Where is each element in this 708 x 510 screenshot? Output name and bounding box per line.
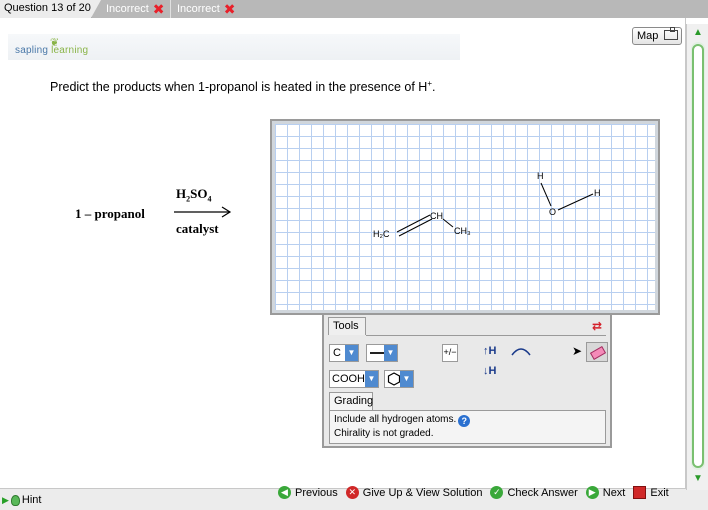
question-body: Predict the products when 1-propanol is … xyxy=(50,80,428,95)
eraser-icon[interactable] xyxy=(586,342,608,362)
remove-hydrogen-button[interactable]: ↓H xyxy=(483,365,496,377)
sitemap-icon xyxy=(664,27,679,40)
incorrect-x-icon: ✖ xyxy=(152,1,165,17)
grading-line-1: Include all hydrogen atoms.? xyxy=(334,413,601,427)
attempt-status-1: Incorrect xyxy=(106,3,149,15)
add-hydrogen-button[interactable]: ↑H xyxy=(483,345,496,357)
select-pointer-icon[interactable]: ➤ xyxy=(572,344,582,358)
give-up-x-icon: ✕ xyxy=(345,486,359,499)
atom-ch[interactable]: CH xyxy=(430,211,443,221)
drawing-canvas[interactable]: H₂C CH CH₃ H O H xyxy=(275,124,655,310)
logo-part1: sapling xyxy=(15,45,49,56)
logo-text: sapling learning xyxy=(15,45,88,56)
group-select-value: COOH xyxy=(332,373,365,385)
bond-select[interactable]: ▼ xyxy=(366,344,398,362)
question-end: . xyxy=(432,80,436,95)
navigation-buttons: ◀ Previous ✕ Give Up & View Solution ✓ C… xyxy=(278,486,677,499)
expand-triangle-icon: ▶ xyxy=(2,494,9,505)
reactant-label: 1 – propanol xyxy=(75,206,145,221)
exit-button[interactable]: Exit xyxy=(633,486,669,499)
atom-h-top[interactable]: H xyxy=(537,171,544,181)
scroll-down-icon[interactable]: ▼ xyxy=(691,472,705,486)
atom-h2c[interactable]: H₂C xyxy=(373,229,390,239)
hexagon-icon xyxy=(387,372,401,386)
attempt-tab-2[interactable]: Incorrect ✖ xyxy=(170,0,240,18)
chevron-down-icon[interactable]: ▼ xyxy=(365,371,378,387)
chevron-down-icon[interactable]: ▼ xyxy=(384,345,397,361)
check-answer-label: Check Answer xyxy=(507,486,578,499)
question-text: Predict the products when 1-propanol is … xyxy=(50,79,435,94)
curved-arrow-icon[interactable] xyxy=(510,345,532,357)
give-up-button[interactable]: ✕ Give Up & View Solution xyxy=(345,486,483,499)
tools-panel: Tools ⇄ C ▼ ▼ +/− ↑H ↓H ➤ COOH ▼ ▼ Gradi… xyxy=(322,315,612,448)
condition-label: catalyst xyxy=(176,221,219,236)
reagent-so: SO xyxy=(190,186,208,201)
check-answer-button[interactable]: ✓ Check Answer xyxy=(490,486,578,499)
double-bond-line-1[interactable] xyxy=(396,214,431,233)
incorrect-x-icon: ✖ xyxy=(223,1,236,17)
grading-tab[interactable]: Grading xyxy=(329,392,373,410)
scroll-up-icon[interactable]: ▲ xyxy=(691,26,705,40)
reaction-arrow xyxy=(174,206,232,218)
hint-button[interactable]: ▶ Hint xyxy=(2,494,41,506)
ring-select[interactable]: ▼ xyxy=(384,370,414,388)
atom-o[interactable]: O xyxy=(549,207,556,217)
exit-label: Exit xyxy=(650,486,669,499)
group-select[interactable]: COOH ▼ xyxy=(329,370,379,388)
give-up-label: Give Up & View Solution xyxy=(362,486,483,499)
reagent-label: H2SO4 xyxy=(176,186,211,204)
drawing-canvas-frame: H₂C CH CH₃ H O H xyxy=(270,119,660,315)
chevron-down-icon[interactable]: ▼ xyxy=(400,371,413,387)
map-label: Map xyxy=(637,30,659,42)
hint-label: Hint xyxy=(21,494,42,506)
question-counter-tab[interactable]: Question 13 of 20 xyxy=(0,0,101,18)
chevron-down-icon[interactable]: ▼ xyxy=(345,345,358,361)
double-bond-line-2[interactable] xyxy=(398,218,433,237)
single-bond-icon xyxy=(370,352,385,354)
scroll-thumb[interactable] xyxy=(692,44,704,468)
vertical-scrollbar[interactable]: ▲ ▼ xyxy=(686,24,708,490)
atom-select-value: C xyxy=(333,347,341,359)
map-button[interactable]: Map xyxy=(632,27,682,45)
question-tab-bar: Question 13 of 20 Incorrect ✖ Incorrect … xyxy=(0,0,708,18)
tools-tab[interactable]: Tools xyxy=(328,317,366,335)
next-arrow-icon: ▶ xyxy=(585,486,599,499)
attempt-status-2: Incorrect xyxy=(177,3,220,15)
logo-part2: learning xyxy=(51,45,89,56)
grading-text-1: Include all hydrogen atoms. xyxy=(334,414,457,425)
single-bond-ch-ch3[interactable] xyxy=(442,218,454,228)
tools-divider xyxy=(366,335,606,336)
grading-line-2: Chirality is not graded. xyxy=(334,428,434,439)
molecule-drawing: H₂C CH CH₃ H O H xyxy=(373,171,601,239)
charge-button[interactable]: +/− xyxy=(442,344,458,362)
previous-button[interactable]: ◀ Previous xyxy=(278,486,338,499)
atom-h-right[interactable]: H xyxy=(594,188,601,198)
reagent-h: H xyxy=(176,186,187,201)
atom-select[interactable]: C ▼ xyxy=(329,344,359,362)
grading-info: Include all hydrogen atoms.? Chirality i… xyxy=(329,410,606,444)
sapling-learning-logo: ❦ sapling learning xyxy=(8,34,460,60)
exit-icon xyxy=(633,486,647,499)
previous-arrow-icon: ◀ xyxy=(278,486,291,499)
oh-bond-right[interactable] xyxy=(557,193,594,211)
lightbulb-icon xyxy=(10,494,20,506)
reagent-so-sub: 4 xyxy=(207,194,212,204)
attempt-tab-1[interactable]: Incorrect ✖ xyxy=(100,0,168,18)
next-button[interactable]: ▶ Next xyxy=(585,486,626,499)
help-icon[interactable]: ? xyxy=(458,415,471,427)
oh-bond-left[interactable] xyxy=(540,182,552,207)
previous-label: Previous xyxy=(295,486,338,499)
next-label: Next xyxy=(602,486,626,499)
atom-ch3[interactable]: CH₃ xyxy=(454,226,471,236)
reset-drawing-icon[interactable]: ⇄ xyxy=(592,319,602,333)
check-icon: ✓ xyxy=(490,486,504,499)
